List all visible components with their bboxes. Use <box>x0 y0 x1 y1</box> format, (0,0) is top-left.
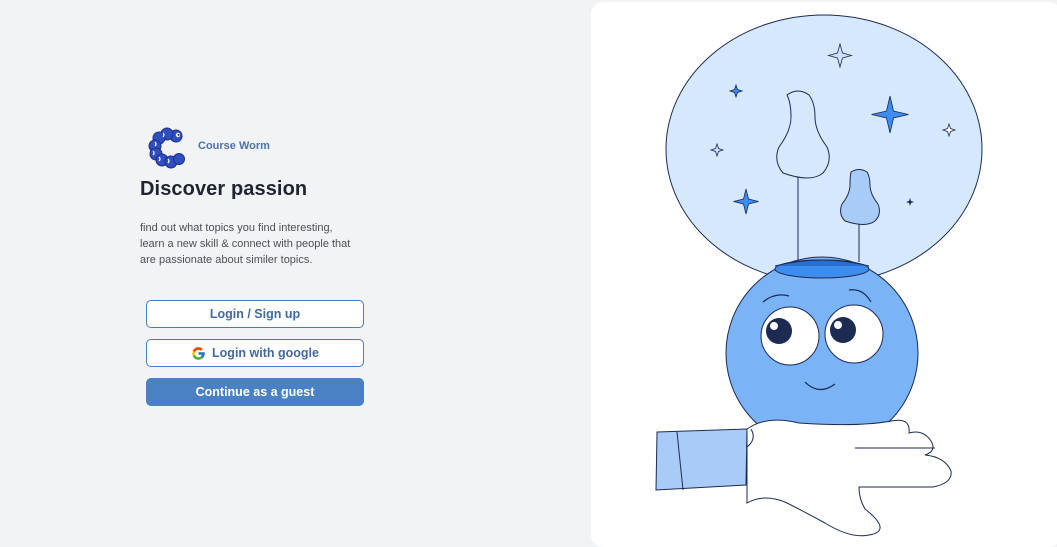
description-line: are passionate about similer topics. <box>140 254 313 266</box>
google-icon <box>192 346 205 360</box>
continue-guest-button[interactable]: Continue as a guest <box>146 378 364 406</box>
brand-name: Course Worm <box>198 140 270 152</box>
description-line: learn a new skill & connect with people … <box>140 238 351 250</box>
login-signup-label: Login / Sign up <box>209 307 301 321</box>
login-google-button[interactable]: Login with google <box>146 339 364 367</box>
login-google-label: Login with google <box>212 346 319 360</box>
page-title: Discover passion <box>140 178 308 200</box>
worm-logo-icon <box>148 127 185 169</box>
description: find out what topics you find interestin… <box>140 220 370 268</box>
illustration-panel <box>591 2 1057 547</box>
continue-guest-label: Continue as a guest <box>195 385 315 399</box>
sleeve-cuff <box>655 428 748 491</box>
brand-logo-row: Course Worm <box>146 126 270 170</box>
login-signup-button[interactable]: Login / Sign up <box>146 300 364 328</box>
character-head <box>725 256 919 450</box>
hand <box>746 419 952 537</box>
login-panel: Course Worm Discover passion find out wh… <box>0 0 590 543</box>
description-line: find out what topics you find interestin… <box>140 222 333 234</box>
idea-bulb-character-illustration <box>655 14 983 537</box>
